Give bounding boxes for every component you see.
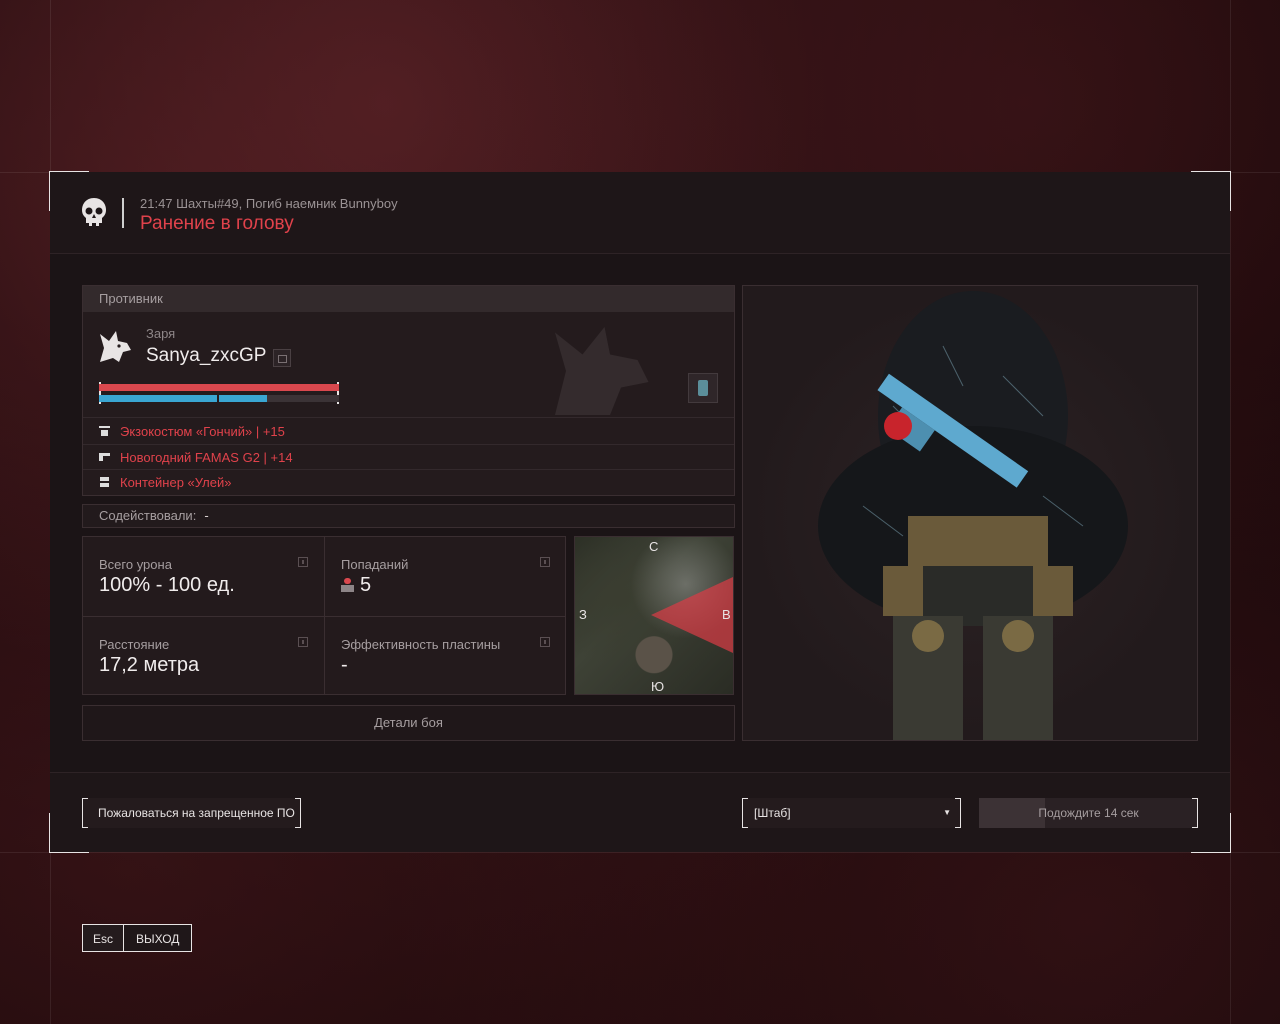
- panel-header: 21:47 Шахты#49, Погиб наемник Bunnyboy Р…: [50, 172, 1230, 254]
- divider: [83, 469, 734, 470]
- panel-footer: Пожаловаться на запрещенное ПО [Штаб] ▼ …: [50, 772, 1230, 852]
- stat-value: -: [341, 654, 348, 676]
- stat-hits: Попаданий 5: [325, 537, 566, 615]
- stat-value: 17,2 метра: [99, 654, 200, 676]
- skull-icon: [82, 198, 106, 226]
- assist-row: Содействовали: -: [82, 504, 735, 528]
- gear-item-label: Новогодний FAMAS G2 | +14: [120, 449, 293, 465]
- assist-label: Содействовали:: [99, 508, 197, 523]
- stats-grid: Всего урона 100% - 100 ед. Попаданий 5 Р…: [82, 536, 566, 695]
- stat-label: Попаданий: [341, 557, 409, 572]
- server-select-value: [Штаб]: [754, 806, 791, 820]
- battle-details-button[interactable]: Детали боя: [82, 705, 735, 741]
- frame-line: [0, 852, 1280, 853]
- wolf-clan-icon: [100, 331, 131, 362]
- enemy-clan: Заря: [146, 326, 176, 341]
- wolf-watermark-icon: [555, 327, 649, 415]
- death-report-panel: 21:47 Шахты#49, Погиб наемник Bunnyboy Р…: [49, 171, 1231, 853]
- character-model: [818, 291, 1128, 740]
- header-separator: [122, 198, 124, 228]
- report-cheat-button[interactable]: Пожаловаться на запрещенное ПО: [82, 798, 301, 828]
- exit-button[interactable]: ВЫХОД: [124, 924, 192, 952]
- esc-key[interactable]: Esc: [82, 924, 124, 952]
- exit-control[interactable]: Esc ВЫХОД: [82, 924, 192, 952]
- compass-west: З: [579, 607, 587, 622]
- exosuit-icon: [99, 426, 110, 436]
- armor-bar: [99, 395, 267, 402]
- frame-line: [1230, 0, 1231, 1024]
- compass-east: В: [722, 607, 731, 622]
- divider: [83, 444, 734, 445]
- equipment-device-icon[interactable]: [688, 373, 718, 403]
- server-select[interactable]: [Штаб] ▼: [742, 798, 961, 828]
- divider: [83, 417, 734, 418]
- info-icon[interactable]: [298, 637, 308, 647]
- body-hit-icon: [341, 578, 354, 592]
- compass-south: Ю: [651, 679, 665, 694]
- stat-label: Расстояние: [99, 637, 170, 652]
- gear-item-suit: Экзокостюм «Гончий» | +15: [99, 420, 285, 442]
- assist-value: -: [204, 508, 209, 523]
- armor-bar-track: [99, 395, 339, 402]
- health-bar: [99, 384, 339, 391]
- enemy-character-preview: [742, 285, 1198, 741]
- enemy-card: Противник Заря Sanya_zxcGP Экзокостюм «Г…: [82, 285, 735, 496]
- stat-label: Эффективность пластины: [341, 637, 501, 652]
- enemy-nickname: Sanya_zxcGP: [146, 345, 267, 366]
- compass-north: С: [649, 539, 659, 554]
- info-icon[interactable]: [540, 557, 550, 567]
- stat-plate: Эффективность пластины -: [325, 617, 566, 695]
- gear-item-container: Контейнер «Улей»: [99, 471, 231, 493]
- wait-progress-fill: [979, 798, 1045, 828]
- info-icon[interactable]: [540, 637, 550, 647]
- kill-minimap: С Ю З В: [574, 536, 734, 695]
- stat-label: Всего урона: [99, 557, 172, 572]
- stat-damage: Всего урона 100% - 100 ед.: [83, 537, 324, 615]
- death-event-info: 21:47 Шахты#49, Погиб наемник Bunnyboy: [140, 196, 398, 211]
- chevron-down-icon: ▼: [943, 808, 951, 817]
- info-icon[interactable]: [298, 557, 308, 567]
- stat-value: 100% - 100 ед.: [99, 574, 235, 596]
- stat-value: 5: [341, 574, 371, 597]
- enemy-section-label: Противник: [83, 286, 734, 312]
- view-cone: [651, 577, 733, 653]
- respawn-wait-button[interactable]: Подождите 14 сек: [979, 798, 1198, 828]
- stat-distance: Расстояние 17,2 метра: [83, 617, 324, 695]
- death-cause-title: Ранение в голову: [140, 213, 294, 234]
- gear-item-label: Контейнер «Улей»: [120, 474, 232, 490]
- gear-item-weapon: Новогодний FAMAS G2 | +14: [99, 446, 293, 468]
- armor-bar-divider: [217, 395, 219, 402]
- wait-label: Подождите 14 сек: [1038, 806, 1139, 820]
- gear-item-label: Экзокостюм «Гончий» | +15: [120, 423, 285, 439]
- hits-count: 5: [360, 574, 372, 596]
- rifle-icon: [99, 452, 110, 462]
- container-icon: [99, 477, 110, 487]
- copy-nickname-icon[interactable]: [273, 349, 291, 367]
